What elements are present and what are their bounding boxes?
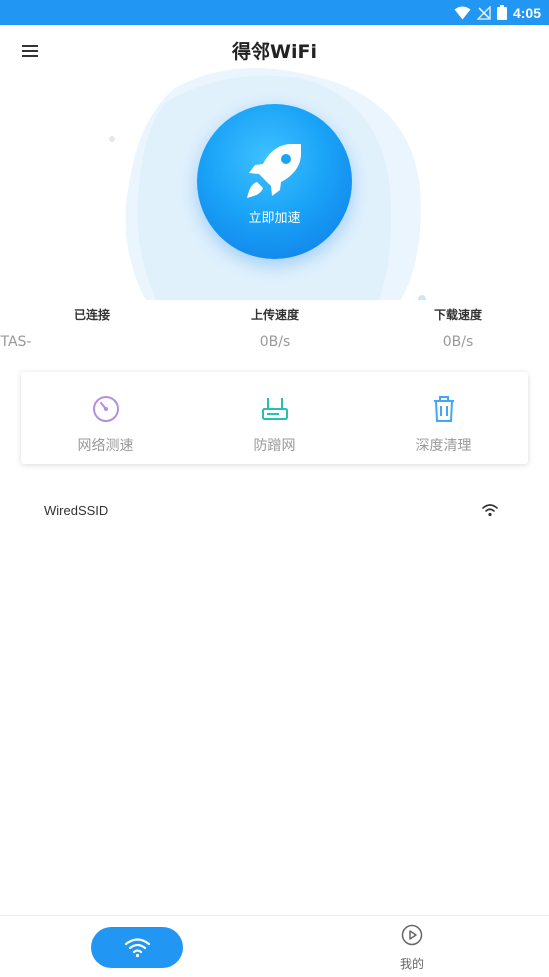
status-bar: 4:05	[0, 0, 549, 25]
connection-stats: 已连接 TAS- 上传速度 0B/s 下载速度 0B/s	[0, 304, 549, 354]
deep-clean-button[interactable]: 深度清理	[359, 372, 528, 464]
download-speed-label: 下载速度	[433, 308, 482, 322]
rocket-icon	[247, 144, 301, 198]
deep-clean-label: 深度清理	[415, 438, 472, 454]
battery-icon	[496, 5, 507, 20]
connected-label: 已连接	[73, 308, 110, 322]
upload-speed-value: 0B/s	[259, 334, 291, 350]
app-title: 得邻WiFi	[232, 41, 317, 63]
download-speed-value: 0B/s	[442, 334, 474, 350]
nav-wifi-tab[interactable]	[91, 927, 183, 968]
play-circle-icon	[401, 924, 423, 946]
boost-button[interactable]: 立即加速	[197, 104, 352, 259]
cell-signal-icon	[476, 5, 491, 20]
wifi-icon	[482, 504, 498, 517]
nav-mine-tab[interactable]: 我的	[380, 922, 444, 974]
boost-label: 立即加速	[248, 211, 301, 226]
ssid-name: WiredSSID	[44, 503, 109, 518]
wifi-signal-icon	[454, 6, 471, 19]
trash-icon	[434, 396, 454, 422]
router-icon	[262, 398, 288, 420]
tools-card: 网络测速 防蹭网 深度清理	[21, 372, 528, 464]
anti-leech-button[interactable]: 防蹭网	[190, 372, 359, 464]
anti-leech-label: 防蹭网	[253, 438, 296, 454]
status-time: 4:05	[512, 4, 541, 21]
speed-test-label: 网络测速	[77, 438, 134, 454]
speedometer-icon	[93, 396, 119, 422]
upload-speed-label: 上传速度	[250, 308, 299, 322]
bottom-nav: 我的	[0, 915, 549, 977]
connected-value: TAS-	[0, 334, 32, 350]
speed-test-button[interactable]: 网络测速	[21, 372, 190, 464]
network-list-item[interactable]: WiredSSID	[0, 496, 549, 526]
wifi-icon	[124, 938, 151, 958]
status-icons: 4:05	[454, 0, 541, 25]
nav-mine-label: 我的	[399, 957, 424, 971]
